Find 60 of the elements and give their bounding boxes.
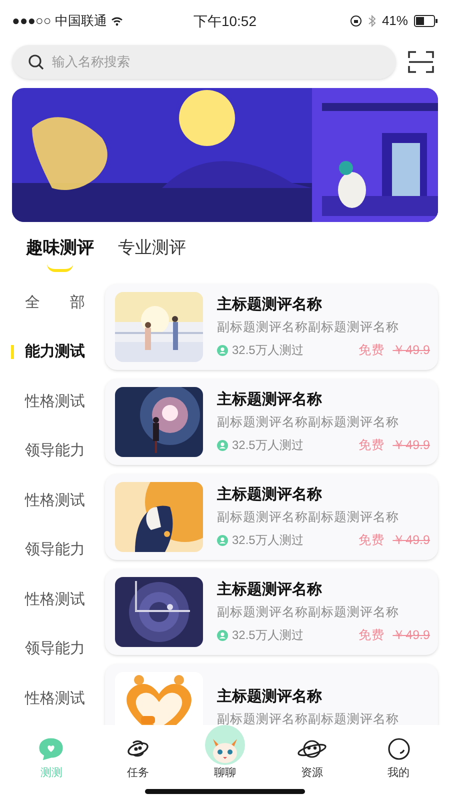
sidebar-item[interactable]: 能力测试 xyxy=(0,328,105,377)
lock-rotation-icon xyxy=(350,15,362,27)
search-icon xyxy=(28,54,44,70)
original-price: ￥49.9 xyxy=(392,342,430,359)
search-field[interactable]: 输入名称搜索 xyxy=(52,52,380,72)
sidebar-item[interactable]: 性格测试 xyxy=(0,674,105,724)
test-card[interactable]: 主标题测评名称 副标题测评名称副标题测评名称 32.5万人测过 免费 ￥49.9 xyxy=(105,284,438,370)
test-card[interactable]: 主标题测评名称 副标题测评名称副标题测评名称 32.5万人测过 免费 ￥49.9 xyxy=(105,379,438,465)
sidebar-item[interactable]: 领导能力 xyxy=(0,624,105,674)
nav-tab[interactable]: 聊聊 xyxy=(182,725,268,782)
sidebar-item[interactable]: 领导能力 xyxy=(0,526,105,575)
clock-text: 下午10:52 xyxy=(193,12,257,30)
price-text: 免费 xyxy=(358,436,385,454)
card-title: 主标题测评名称 xyxy=(217,580,323,600)
user-icon xyxy=(217,344,228,356)
card-title: 主标题测评名称 xyxy=(217,484,323,505)
nav-tab[interactable]: 我的 xyxy=(355,725,442,782)
wifi-icon xyxy=(110,16,123,26)
nav-tab[interactable]: 资源 xyxy=(268,725,356,782)
original-price: ￥49.9 xyxy=(392,626,430,644)
sidebar-item[interactable]: 领导能力 xyxy=(0,426,105,476)
carrier-text: ●●●○○ 中国联通 xyxy=(12,12,107,30)
price-text: 免费 xyxy=(358,342,385,359)
nav-tab[interactable]: 任务 xyxy=(94,725,182,782)
original-price: ￥49.9 xyxy=(392,436,430,454)
taken-count: 32.5万人测过 xyxy=(232,532,304,549)
bluetooth-icon xyxy=(368,15,376,27)
sidebar-item[interactable]: 性格测试 xyxy=(0,476,105,526)
chat-bubble-icon xyxy=(38,737,64,761)
battery-icon xyxy=(414,15,438,27)
card-subtitle: 副标题测评名称副标题测评名称 xyxy=(217,710,400,725)
user-icon xyxy=(217,630,228,640)
user-icon xyxy=(217,534,228,546)
category-tab[interactable]: 专业测评 xyxy=(118,234,186,272)
card-title: 主标题测评名称 xyxy=(217,390,323,410)
scan-button[interactable] xyxy=(408,50,434,74)
card-subtitle: 副标题测评名称副标题测评名称 xyxy=(217,318,400,336)
sidebar-item[interactable]: 性格测试 xyxy=(0,377,105,426)
user-icon xyxy=(217,440,228,450)
price-text: 免费 xyxy=(358,626,385,644)
test-card[interactable]: 主标题测评名称 副标题测评名称副标题测评名称 32.5万人测过 免费 ￥49.9 xyxy=(105,569,438,655)
test-card[interactable]: 主标题测评名称 副标题测评名称副标题测评名称 xyxy=(105,664,438,725)
card-subtitle: 副标题测评名称副标题测评名称 xyxy=(217,414,400,431)
search-bar[interactable]: 输入名称搜索 xyxy=(12,45,396,79)
planet-icon xyxy=(296,737,327,761)
sidebar-item[interactable]: 全 部 xyxy=(0,278,105,328)
card-title: 主标题测评名称 xyxy=(217,686,323,706)
sidebar-item[interactable]: 性格测试 xyxy=(0,575,105,624)
test-card[interactable]: 主标题测评名称 副标题测评名称副标题测评名称 32.5万人测过 免费 ￥49.9 xyxy=(105,474,438,560)
category-tab[interactable]: 趣味测评 xyxy=(26,234,94,272)
smiley-icon xyxy=(386,737,412,761)
card-title: 主标题测评名称 xyxy=(217,294,323,315)
taken-count: 32.5万人测过 xyxy=(232,342,304,359)
card-subtitle: 副标题测评名称副标题测评名称 xyxy=(217,508,400,526)
battery-text: 41% xyxy=(382,12,408,30)
card-subtitle: 副标题测评名称副标题测评名称 xyxy=(217,604,400,621)
taken-count: 32.5万人测过 xyxy=(232,437,304,454)
original-price: ￥49.9 xyxy=(392,532,430,549)
taken-count: 32.5万人测过 xyxy=(232,627,304,644)
price-text: 免费 xyxy=(358,532,385,549)
